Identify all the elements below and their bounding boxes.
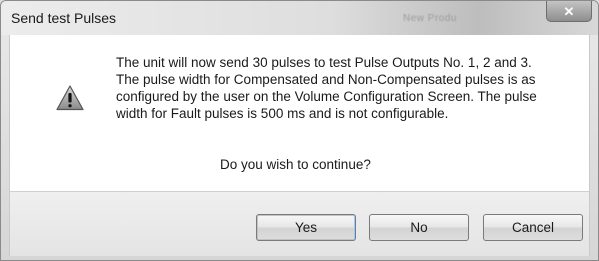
message-text: The unit will now send 30 pulses to test… bbox=[116, 54, 596, 122]
cancel-button[interactable]: Cancel bbox=[483, 214, 583, 241]
no-button[interactable]: No bbox=[369, 214, 469, 241]
close-icon: ✕ bbox=[563, 3, 575, 19]
close-button[interactable]: ✕ bbox=[546, 1, 592, 22]
message-panel: The unit will now send 30 pulses to test… bbox=[9, 35, 590, 191]
message-line: configured by the user on the Volume Con… bbox=[116, 89, 537, 104]
background-window-title: New Produ bbox=[403, 13, 457, 24]
message-line: The unit will now send 30 pulses to test… bbox=[116, 55, 532, 70]
message-line: The pulse width for Compensated and Non-… bbox=[116, 72, 536, 87]
warning-icon bbox=[56, 85, 84, 111]
yes-button[interactable]: Yes bbox=[256, 214, 356, 241]
title-bar[interactable]: Send test Pulses New Produ ✕ bbox=[1, 1, 598, 35]
window-title: Send test Pulses bbox=[11, 10, 117, 26]
confirmation-question: Do you wish to continue? bbox=[220, 157, 371, 172]
message-line: width for Fault pulses is 500 ms and is … bbox=[116, 106, 449, 121]
send-test-pulses-dialog: Send test Pulses New Produ ✕ The unit wi… bbox=[0, 0, 599, 261]
button-bar: Yes No Cancel bbox=[9, 191, 590, 256]
